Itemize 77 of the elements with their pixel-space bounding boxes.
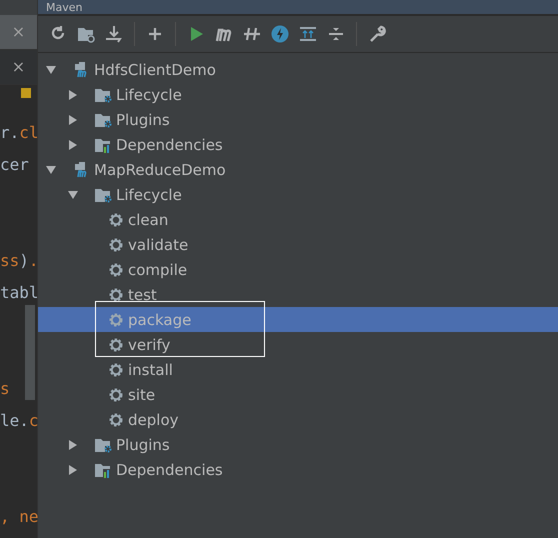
tree-item-label: clean (128, 210, 168, 228)
folder-gear-icon (94, 186, 112, 202)
code-line: le.c (0, 410, 39, 430)
lightning-icon (271, 25, 289, 43)
expanded-arrow-icon[interactable] (68, 190, 78, 200)
wrench-icon (368, 25, 386, 43)
scrollbar[interactable] (25, 305, 35, 400)
tree-item[interactable]: verify (38, 332, 558, 357)
tree-item[interactable]: Lifecycle (38, 82, 558, 107)
tree-item-label: MapReduceDemo (94, 160, 226, 178)
tree-item-label: Dependencies (116, 136, 223, 154)
gear-icon (108, 312, 124, 328)
tree-item[interactable]: Dependencies (38, 132, 558, 157)
tree-item-label: Dependencies (116, 460, 223, 478)
tree-item[interactable]: Plugins (38, 432, 558, 457)
tree-item-label: HdfsClientDemo (94, 60, 216, 78)
folder-chart-icon (94, 136, 112, 152)
tree-item[interactable]: MapReduceDemo (38, 157, 558, 182)
tree-item[interactable]: validate (38, 232, 558, 257)
collapsed-arrow-icon[interactable] (68, 440, 78, 450)
gear-icon (108, 386, 124, 402)
tree-item[interactable]: compile (38, 257, 558, 282)
tree-item-label: compile (128, 260, 188, 278)
code-line: tabl (0, 282, 39, 302)
tree-item-label: Lifecycle (116, 186, 182, 204)
tree-item-label: Plugins (116, 110, 170, 128)
code-line: ss). (0, 250, 39, 270)
editor-tab[interactable]: × (0, 50, 37, 85)
panel-title: Maven (46, 1, 82, 14)
folder-refresh-icon (77, 25, 95, 43)
collapsed-arrow-icon[interactable] (68, 140, 78, 150)
tree-item[interactable]: clean (38, 207, 558, 232)
expanded-arrow-icon[interactable] (46, 164, 56, 174)
tree-item-label: verify (128, 336, 170, 354)
tree-item-label: test (128, 286, 157, 304)
tree-item-label: site (128, 386, 156, 404)
collapsed-arrow-icon[interactable] (68, 114, 78, 124)
gear-icon (108, 286, 124, 302)
tab-strip (0, 0, 37, 15)
tree-item-label: Plugins (116, 436, 170, 454)
tree-item[interactable]: Lifecycle (38, 182, 558, 207)
gear-icon (108, 362, 124, 378)
folder-chart-icon (94, 462, 112, 478)
code-line: s (0, 378, 10, 398)
plus-icon (146, 25, 164, 43)
tree-item[interactable]: Dependencies (38, 457, 558, 482)
tree-item-label: deploy (128, 410, 178, 428)
tree-item-label: validate (128, 236, 188, 254)
code-line: , ne (0, 506, 39, 526)
folder-gear-icon (94, 436, 112, 452)
tree-item[interactable]: install (38, 357, 558, 382)
tree-item[interactable]: Plugins (38, 107, 558, 132)
gear-icon (108, 212, 124, 228)
gear-icon (108, 236, 124, 252)
tree-item-label: install (128, 360, 173, 378)
expand-all-icon (299, 25, 317, 43)
code-line: cer (0, 154, 29, 174)
collapsed-arrow-icon[interactable] (68, 90, 78, 100)
tree-item[interactable]: test (38, 282, 558, 307)
folder-gear-icon (94, 112, 112, 128)
folder-gear-icon (94, 86, 112, 102)
tree-item[interactable]: deploy (38, 407, 558, 432)
gear-icon (108, 412, 124, 428)
code-line: r.cl (0, 122, 39, 142)
expanded-arrow-icon[interactable] (46, 64, 56, 74)
gear-icon (108, 262, 124, 278)
collapsed-arrow-icon[interactable] (68, 464, 78, 474)
close-icon[interactable]: × (12, 59, 26, 75)
tree-item[interactable]: HdfsClientDemo (38, 57, 558, 82)
download-icon (105, 25, 123, 43)
collapse-all-icon (327, 25, 345, 43)
tree-item-label: Lifecycle (116, 86, 182, 104)
gear-icon (108, 336, 124, 352)
warning-marker-icon (21, 88, 31, 98)
tree-item[interactable]: site (38, 382, 558, 407)
skip-tests-icon (243, 25, 261, 43)
tree-item-label: package (128, 310, 192, 328)
